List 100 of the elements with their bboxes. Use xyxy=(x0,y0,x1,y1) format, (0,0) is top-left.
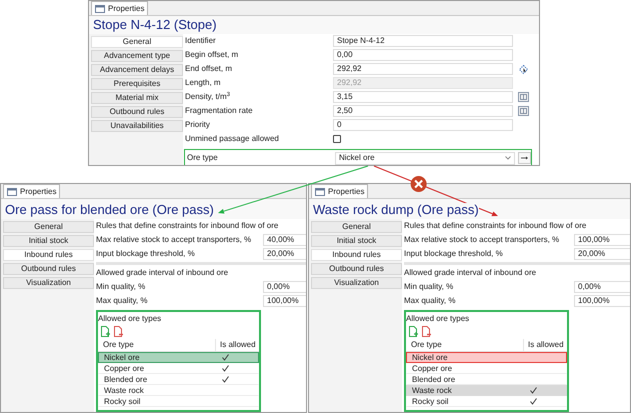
input-field[interactable]: 292,92 xyxy=(333,63,513,75)
go-to-button[interactable] xyxy=(518,152,531,164)
input-field[interactable]: 20,00% xyxy=(263,248,306,260)
field-label: Max relative stock to accept transporters, % xyxy=(404,236,560,244)
section-tab[interactable]: Inbound rules xyxy=(3,249,94,261)
ore-type-row[interactable]: Nickel ore xyxy=(98,352,259,363)
ore-type-row[interactable]: Rocky soil xyxy=(406,396,567,407)
table-cell-text: Nickel ore xyxy=(411,354,449,362)
ore-type-row[interactable]: Copper ore xyxy=(98,363,259,374)
section-heading: Allowed grade interval of inbound ore xyxy=(404,267,538,279)
input-field[interactable]: 0,00% xyxy=(574,281,630,293)
table-cell-text: Waste rock xyxy=(103,386,145,394)
delete-document-icon xyxy=(114,326,123,337)
section-tab[interactable]: General xyxy=(91,36,183,48)
field-label: Length, m xyxy=(184,79,222,87)
input-field[interactable]: 0 xyxy=(333,119,513,131)
field-label: Fragmentation rate xyxy=(184,107,254,115)
field-label: Identifier xyxy=(184,37,217,45)
section-tab[interactable]: Initial stock xyxy=(3,235,94,247)
input-field[interactable]: 0,00% xyxy=(263,281,306,293)
input-field[interactable]: 20,00% xyxy=(574,248,630,260)
window-title: Ore pass for blended ore (Ore pass) xyxy=(5,202,214,216)
section-tab[interactable]: Outbound rules xyxy=(91,106,183,118)
section-tab[interactable]: Inbound rules xyxy=(311,249,402,261)
properties-tab[interactable]: Properties xyxy=(3,184,60,198)
ore-type-row[interactable]: Waste rock xyxy=(406,385,567,396)
ore-type-row[interactable]: Waste rock xyxy=(98,385,259,396)
input-field[interactable]: 3,15 xyxy=(333,91,513,103)
section-tab[interactable]: General xyxy=(311,221,402,233)
combo-value: Nickel ore xyxy=(339,154,375,162)
section-heading: Allowed ore types xyxy=(406,313,470,324)
column-header: Is allowed xyxy=(527,339,565,351)
ore-type-dropdown[interactable]: Nickel ore xyxy=(335,152,515,164)
table-cell-text: Copper ore xyxy=(103,364,146,372)
table-button[interactable] xyxy=(518,92,529,102)
section-heading: Allowed grade interval of inbound ore xyxy=(96,267,230,279)
table-cell-text: Nickel ore xyxy=(103,354,141,362)
ore-type-row[interactable]: Blended ore xyxy=(98,374,259,385)
field-label: Min quality, % xyxy=(96,283,146,291)
ore-type-row[interactable]: Nickel ore xyxy=(406,352,567,363)
properties-tab[interactable]: Properties xyxy=(91,1,148,15)
table-button[interactable] xyxy=(518,106,529,116)
section-tab[interactable]: Visualization xyxy=(3,277,94,289)
add-document-icon xyxy=(409,326,418,337)
input-field[interactable]: 40,00% xyxy=(263,234,306,246)
panel-icon xyxy=(7,188,17,196)
input-field[interactable]: 100,00% xyxy=(263,295,306,307)
field-label: Min quality, % xyxy=(404,283,454,291)
section-tab[interactable]: Advancement delays xyxy=(91,64,183,76)
chevron-down-icon xyxy=(505,156,511,160)
window-title: Stope N-4-12 (Stope) xyxy=(89,16,539,34)
section-tab[interactable]: General xyxy=(3,221,94,233)
add-document-icon xyxy=(101,326,110,337)
delete-document-icon xyxy=(422,326,431,337)
input-field[interactable]: 100,00% xyxy=(574,234,630,246)
field-label: Input blockage threshold, % xyxy=(96,250,196,258)
table-cell-text: Blended ore xyxy=(103,376,148,384)
selection-icon xyxy=(519,64,528,74)
table-icon xyxy=(520,94,527,100)
field-label: Ore type xyxy=(186,154,219,162)
section-tab[interactable]: Unavailabilities xyxy=(91,120,183,132)
field-label: Begin offset, m xyxy=(184,51,240,59)
section-tab[interactable]: Outbound rules xyxy=(311,263,402,275)
add-button[interactable] xyxy=(409,326,418,337)
table-cell-text: Rocky soil xyxy=(103,398,142,406)
section-heading: Rules that define constraints for inbound flow of ore xyxy=(96,220,280,232)
delete-button[interactable] xyxy=(114,326,123,337)
delete-button[interactable] xyxy=(422,326,431,337)
table-icon xyxy=(520,108,527,114)
field-label: Priority xyxy=(184,121,211,129)
properties-tab[interactable]: Properties xyxy=(311,184,368,198)
checkbox[interactable] xyxy=(333,135,341,143)
section-tab[interactable]: Outbound rules xyxy=(3,263,94,275)
field-label: Max quality, % xyxy=(96,297,148,305)
window-title: Waste rock dump (Ore pass) xyxy=(313,202,479,216)
column-header: Ore type xyxy=(406,339,524,351)
column-header: Is allowed xyxy=(219,339,257,351)
input-field[interactable]: 0,00 xyxy=(333,49,513,61)
field-label: End offset, m xyxy=(184,65,233,73)
section-tab[interactable]: Material mix xyxy=(91,92,183,104)
field-label: Density, t/m$^{3}$ xyxy=(184,93,231,101)
section-tab[interactable]: Prerequisites xyxy=(91,78,183,90)
table-cell-text: Waste rock xyxy=(411,386,453,394)
panel-icon xyxy=(315,188,325,196)
input-field[interactable]: 2,50 xyxy=(333,105,513,117)
picker-button[interactable] xyxy=(518,64,529,74)
section-tab[interactable]: Visualization xyxy=(311,277,402,289)
input-field[interactable]: 100,00% xyxy=(574,295,630,307)
panel-icon xyxy=(95,4,105,12)
field-label: Unmined passage allowed xyxy=(184,135,280,143)
add-button[interactable] xyxy=(101,326,110,337)
ore-type-row[interactable]: Copper ore xyxy=(406,363,567,374)
section-tab[interactable]: Initial stock xyxy=(311,235,402,247)
table-cell-text: Rocky soil xyxy=(411,398,450,406)
field-label: Max relative stock to accept transporters, % xyxy=(96,236,252,244)
section-tab[interactable]: Advancement type xyxy=(91,50,183,62)
ore-type-row[interactable]: Rocky soil xyxy=(98,396,259,407)
section-heading: Rules that define constraints for inbound flow of ore xyxy=(404,220,588,232)
section-heading: Allowed ore types xyxy=(98,313,162,324)
input-field[interactable]: Stope N-4-12 xyxy=(333,35,513,47)
